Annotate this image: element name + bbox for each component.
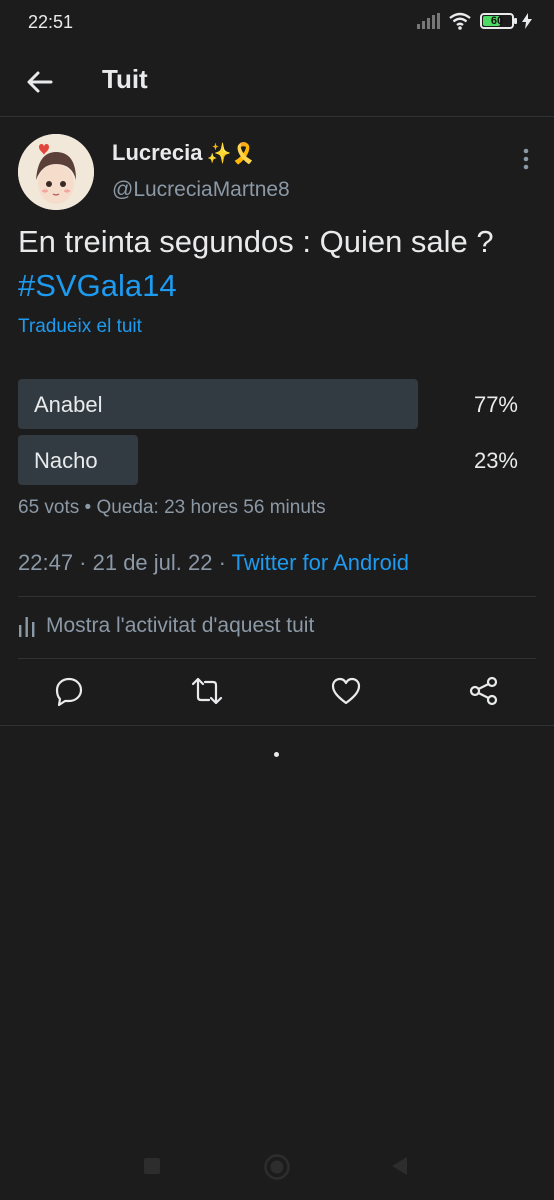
share-icon[interactable]: [468, 675, 500, 707]
more-vertical-icon[interactable]: [516, 146, 536, 172]
poll-meta: 65 vots • Queda: 23 hores 56 minuts: [18, 497, 326, 518]
system-nav-bar: [0, 1150, 554, 1184]
battery-icon: 60: [480, 13, 517, 29]
status-icons: 60: [416, 12, 532, 30]
translate-link[interactable]: Tradueix el tuit: [18, 316, 142, 338]
reply-icon[interactable]: [53, 675, 85, 707]
home-circle-icon[interactable]: [264, 1154, 290, 1180]
top-header: Tuit: [0, 48, 554, 117]
battery-level: 60: [490, 15, 504, 27]
poll-option-nacho: Nacho 23%: [18, 435, 518, 485]
retweet-icon[interactable]: [191, 675, 223, 707]
tweet-source-link[interactable]: Twitter for Android: [232, 550, 409, 575]
tweet-body: En treinta segundos : Quien sale ?: [18, 224, 494, 259]
charging-icon: [522, 13, 532, 29]
poll-option-percent: 23%: [473, 448, 518, 473]
poll-option-anabel: Anabel 77%: [18, 379, 518, 429]
divider: [0, 725, 554, 726]
poll-option-percent: 77%: [473, 392, 518, 417]
tweet-actions: [0, 675, 554, 711]
signal-icon: [417, 13, 440, 29]
user-handle[interactable]: @LucreciaMartne8: [112, 178, 290, 202]
status-time: 22:51: [28, 12, 74, 32]
back-arrow-icon[interactable]: [24, 66, 56, 98]
page-title: Tuit: [102, 64, 148, 94]
back-triangle-icon[interactable]: [392, 1157, 408, 1175]
timestamp-text: 22:47 · 21 de jul. 22 ·: [18, 550, 232, 575]
divider: [18, 658, 536, 659]
user-name-text: Lucrecia: [112, 140, 203, 165]
user-display-name[interactable]: Lucrecia ✨🎗️: [112, 140, 256, 166]
poll-option-label: Anabel: [34, 392, 103, 417]
avatar[interactable]: [18, 134, 94, 210]
heart-icon[interactable]: [330, 675, 362, 707]
bar-chart-icon: [19, 617, 35, 637]
poll-option-label: Nacho: [34, 448, 98, 473]
tweet-hashtag[interactable]: #SVGala14: [18, 268, 177, 303]
tweet-text: En treinta segundos : Quien sale ? #SVGa…: [18, 220, 538, 308]
view-activity-link[interactable]: Mostra l'activitat d'aquest tuit: [18, 614, 314, 638]
status-bar: 22:51 60: [0, 0, 554, 48]
loading-dot: [274, 752, 279, 757]
recents-square-icon[interactable]: [144, 1158, 160, 1174]
tweet-timestamp: 22:47 · 21 de jul. 22 · Twitter for Andr…: [18, 550, 409, 576]
activity-label: Mostra l'activitat d'aquest tuit: [46, 614, 315, 637]
divider: [18, 596, 536, 597]
wifi-icon: [449, 12, 471, 30]
user-name-emoji: ✨🎗️: [206, 143, 257, 165]
